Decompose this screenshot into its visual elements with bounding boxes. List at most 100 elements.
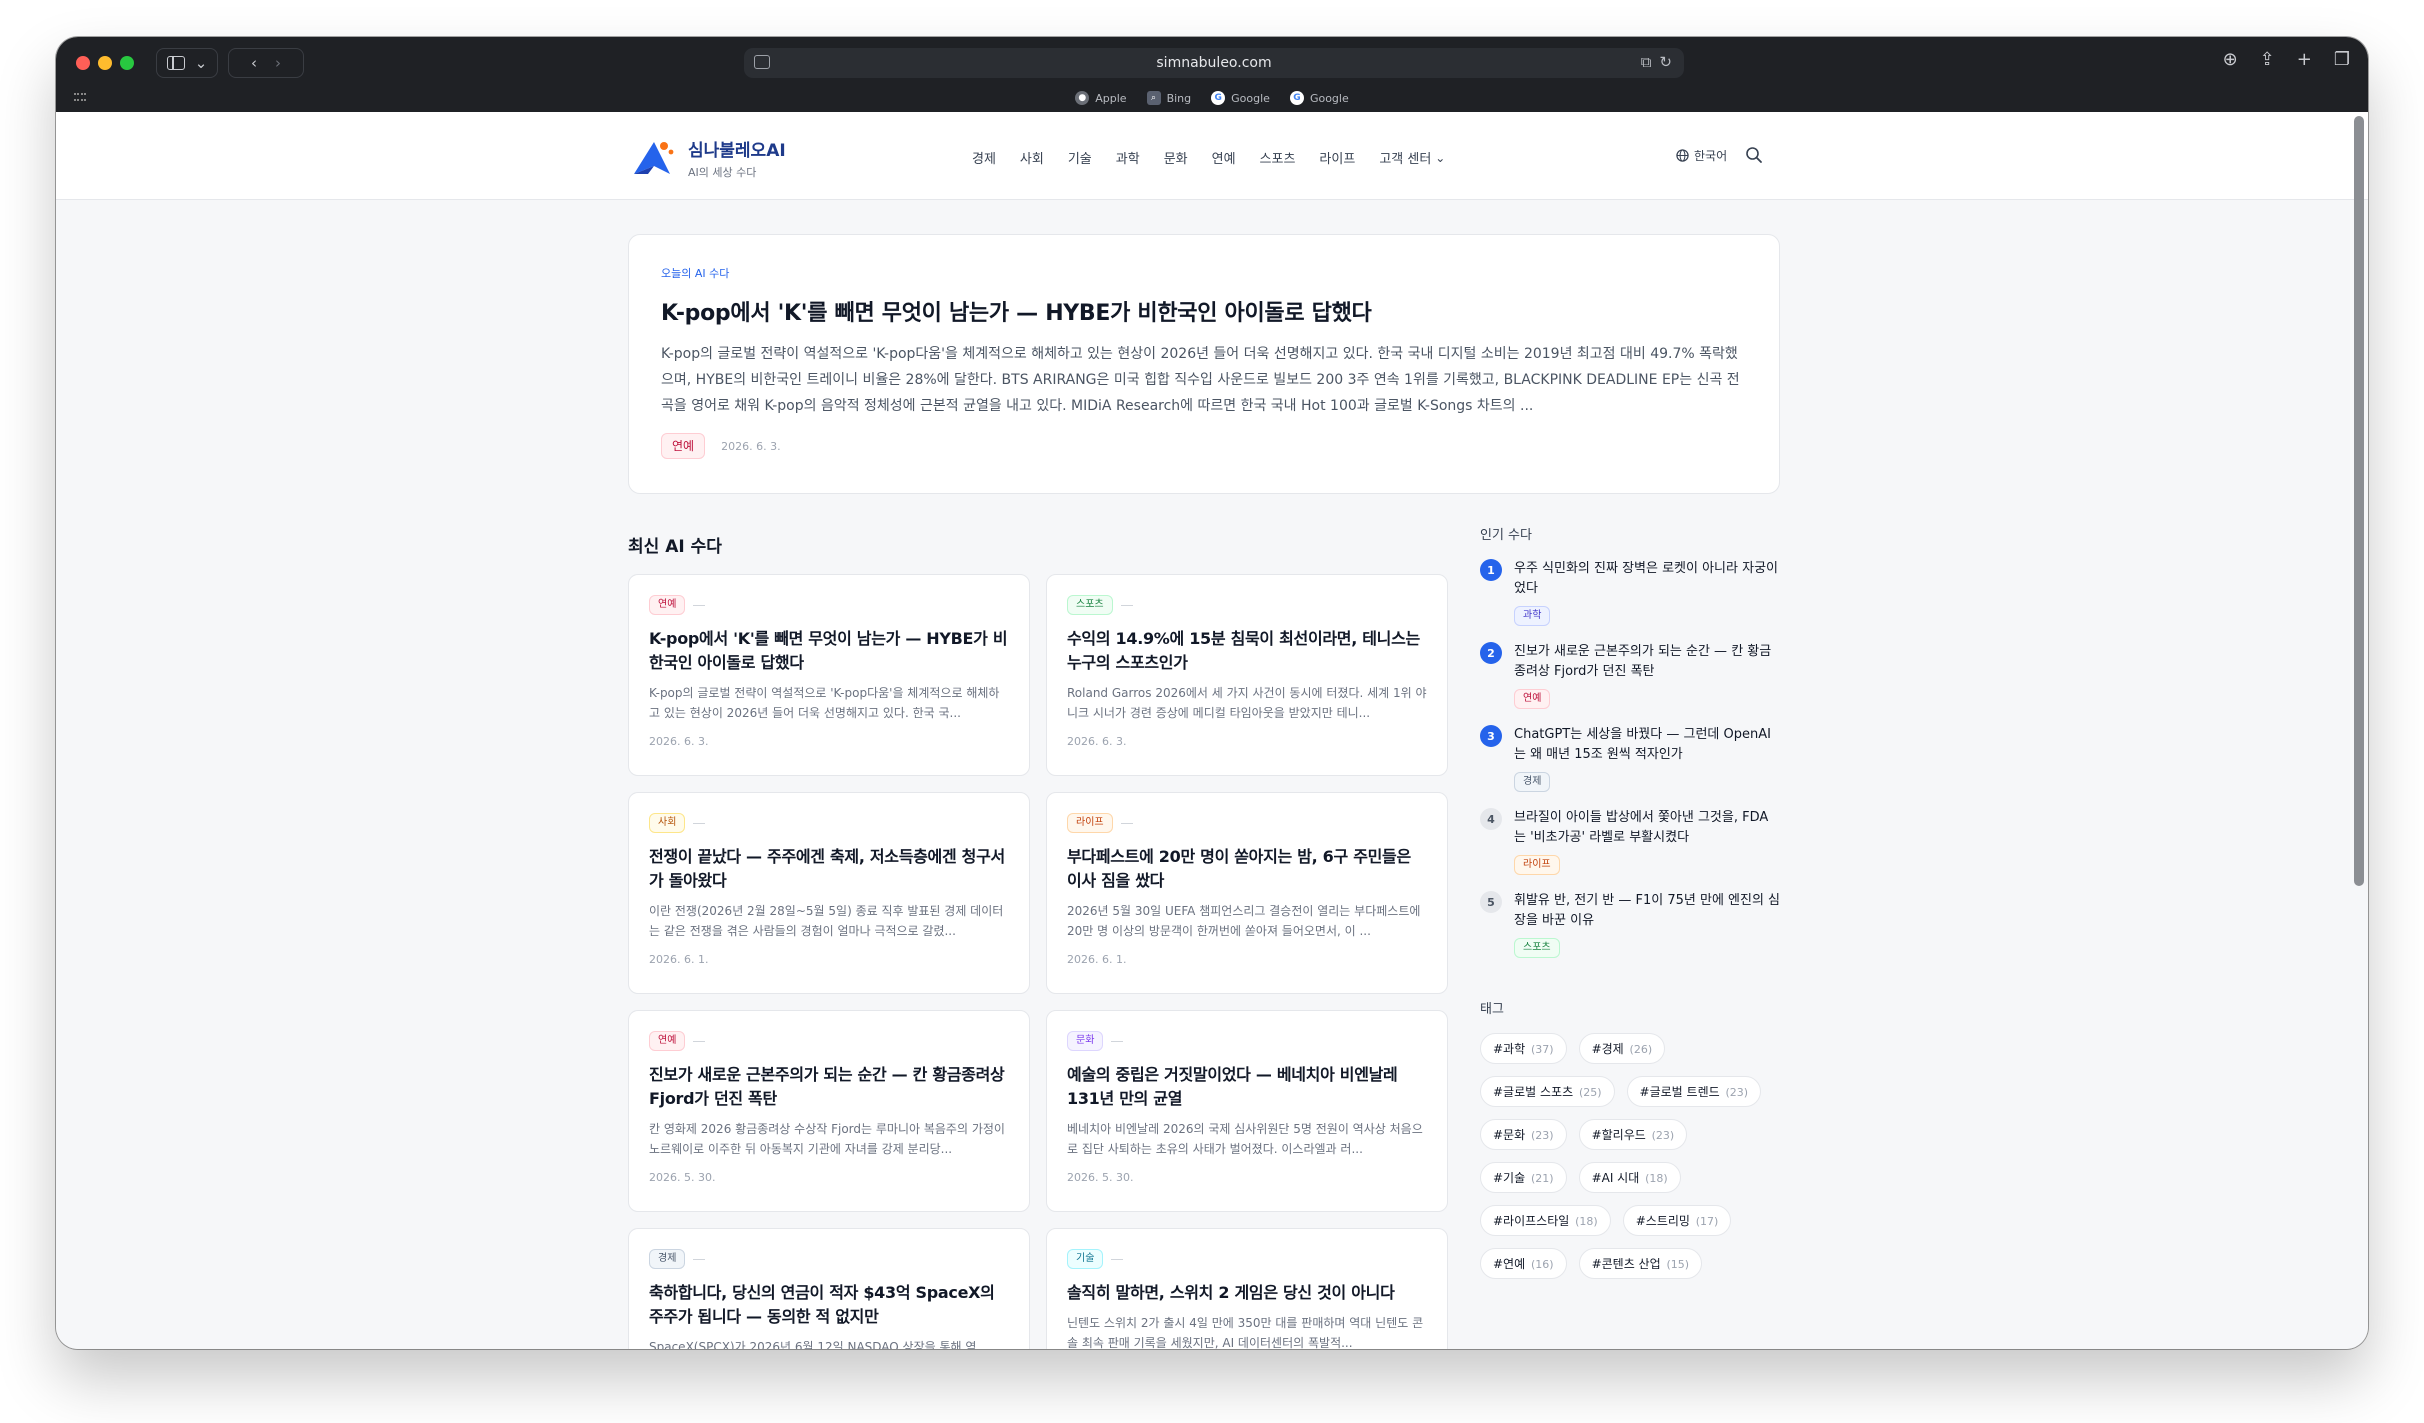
chevron-down-icon: ⌄: [1435, 150, 1446, 165]
language-switcher[interactable]: 한국어: [1676, 147, 1727, 164]
tag-chip[interactable]: #AI 시대 (18): [1578, 1162, 1681, 1193]
category-badge[interactable]: 경제: [1514, 772, 1551, 792]
nav-culture[interactable]: 문화: [1164, 148, 1188, 167]
tag-cloud: #과학 (37) #경제 (26) #글로벌 스포츠 (25) #글로벌 트렌드…: [1480, 1033, 1780, 1279]
article-title[interactable]: K-pop에서 'K'를 빼면 무엇이 남는가 — HYBE가 비한국인 아이돌…: [649, 627, 1009, 675]
tag-chip[interactable]: #연예 (16): [1480, 1248, 1567, 1279]
article-card[interactable]: 스포츠 수익의 14.9%에 15분 침묵이 최선이라면, 테니스는 누구의 스…: [1046, 574, 1448, 776]
category-badge[interactable]: 연예: [649, 1031, 686, 1051]
article-card[interactable]: 문화 예술의 중립은 거짓말이었다 — 베네치아 비엔날레 131년 만의 균열…: [1046, 1010, 1448, 1212]
browser-toolbar: ⌄ ‹ › simnabuleo.com ⧉ ↻ ⊕ ⇪ + ❐ ● Apple…: [56, 37, 2368, 112]
close-window-button[interactable]: [76, 56, 90, 70]
tag-chip[interactable]: #과학 (37): [1480, 1033, 1567, 1064]
nav-society[interactable]: 사회: [1020, 148, 1044, 167]
bookmark-bing[interactable]: ⌕ Bing: [1146, 91, 1191, 105]
site-logo[interactable]: 심나불레오AI AI의 세상 수다: [630, 136, 786, 180]
tag-chip[interactable]: #라이프스타일 (18): [1480, 1205, 1611, 1236]
forward-button[interactable]: ›: [275, 54, 281, 72]
article-card[interactable]: 연예 K-pop에서 'K'를 빼면 무엇이 남는가 — HYBE가 비한국인 …: [628, 574, 1030, 776]
page-scrollbar[interactable]: [2354, 116, 2364, 886]
featured-excerpt: K-pop의 글로벌 전략이 역설적으로 'K-pop다움'을 체계적으로 해체…: [661, 346, 1740, 414]
nav-life[interactable]: 라이프: [1319, 148, 1355, 167]
history-navigation: ‹ ›: [228, 48, 304, 78]
nav-sports[interactable]: 스포츠: [1260, 148, 1296, 167]
category-badge[interactable]: 연예: [1514, 689, 1551, 709]
page-settings-icon[interactable]: [754, 55, 770, 69]
new-tab-icon[interactable]: +: [2297, 49, 2312, 70]
category-badge[interactable]: 스포츠: [1067, 595, 1113, 615]
back-button[interactable]: ‹: [251, 54, 257, 72]
article-title[interactable]: 솔직히 말하면, 스위치 2 게임은 당신 것이 아니다: [1067, 1281, 1427, 1305]
nav-entertainment[interactable]: 연예: [1212, 148, 1236, 167]
divider: [1111, 1040, 1124, 1042]
category-badge[interactable]: 연예: [649, 595, 686, 615]
sidebar: 인기 수다 1 우주 식민화의 진짜 장벽은 로켓이 아니라 자궁이었다 과학 …: [1480, 524, 1780, 1279]
featured-title[interactable]: K-pop에서 'K'를 빼면 무엇이 남는가 — HYBE가 비한국인 아이돌…: [661, 295, 1747, 327]
search-icon[interactable]: [1745, 146, 1763, 164]
article-card[interactable]: 경제 축하합니다, 당신의 연금이 적자 $43억 SpaceX의 주주가 됩니…: [628, 1228, 1030, 1349]
popular-item[interactable]: 1 우주 식민화의 진짜 장벽은 로켓이 아니라 자궁이었다 과학: [1480, 559, 1780, 626]
featured-article[interactable]: 오늘의 AI 수다 K-pop에서 'K'를 빼면 무엇이 남는가 — HYBE…: [628, 234, 1780, 494]
nav-economy[interactable]: 경제: [972, 148, 996, 167]
translate-icon[interactable]: ⧉: [1641, 53, 1652, 71]
popular-item[interactable]: 2 진보가 새로운 근본주의가 되는 순간 — 칸 황금종려상 Fjord가 던…: [1480, 642, 1780, 709]
popular-title[interactable]: ChatGPT는 세상을 바꿨다 — 그런데 OpenAI는 왜 매년 15조 …: [1514, 725, 1780, 765]
bookmark-apple[interactable]: ● Apple: [1075, 91, 1127, 105]
category-badge[interactable]: 연예: [661, 433, 706, 459]
bookmark-google-1[interactable]: G Google: [1211, 91, 1270, 105]
reload-icon[interactable]: ↻: [1659, 53, 1672, 71]
tag-chip[interactable]: #스트리밍 (17): [1622, 1205, 1732, 1236]
article-card[interactable]: 사회 전쟁이 끝났다 — 주주에겐 축제, 저소득층에겐 청구서가 돌아왔다 이…: [628, 792, 1030, 994]
category-badge[interactable]: 기술: [1067, 1249, 1104, 1269]
minimize-window-button[interactable]: [98, 56, 112, 70]
tags-heading: 태그: [1480, 1002, 1504, 1017]
category-badge[interactable]: 문화: [1067, 1031, 1104, 1051]
category-badge[interactable]: 경제: [649, 1249, 686, 1269]
popular-title[interactable]: 브라질이 아이들 밥상에서 쫓아낸 그것을, FDA는 '비초가공' 라벨로 부…: [1514, 808, 1780, 848]
article-title[interactable]: 부다페스트에 20만 명이 쏟아지는 밤, 6구 주민들은 이사 짐을 쌌다: [1067, 845, 1427, 893]
nav-tech[interactable]: 기술: [1068, 148, 1092, 167]
popular-item[interactable]: 3 ChatGPT는 세상을 바꿨다 — 그런데 OpenAI는 왜 매년 15…: [1480, 725, 1780, 792]
tag-chip[interactable]: #할리우드 (23): [1578, 1119, 1688, 1150]
tab-overview-icon[interactable]: ❐: [2334, 49, 2350, 70]
tag-chip[interactable]: #콘텐츠 산업 (15): [1578, 1248, 1703, 1279]
download-icon[interactable]: ⊕: [2223, 49, 2238, 70]
nav-support[interactable]: 고객 센터 ⌄: [1379, 148, 1446, 168]
popular-title[interactable]: 진보가 새로운 근본주의가 되는 순간 — 칸 황금종려상 Fjord가 던진 …: [1514, 642, 1780, 682]
toolbar-actions: ⊕ ⇪ + ❐: [2223, 49, 2350, 70]
sidebar-toggle-button[interactable]: ⌄: [156, 48, 218, 78]
main-navigation: 경제 사회 기술 과학 문화 연예 스포츠 라이프 고객 센터 ⌄: [972, 148, 1446, 168]
article-date: 2026. 6. 3.: [1067, 735, 1127, 748]
bookmark-google-2[interactable]: G Google: [1289, 91, 1349, 105]
nav-science[interactable]: 과학: [1116, 148, 1140, 167]
article-title[interactable]: 축하합니다, 당신의 연금이 적자 $43억 SpaceX의 주주가 됩니다 —…: [649, 1281, 1009, 1329]
tag-chip[interactable]: #경제 (26): [1578, 1033, 1666, 1064]
popular-item[interactable]: 5 휘발유 반, 전기 반 — F1이 75년 만에 엔진의 심장을 바꾼 이유…: [1480, 891, 1780, 958]
article-card[interactable]: 라이프 부다페스트에 20만 명이 쏟아지는 밤, 6구 주민들은 이사 짐을 …: [1046, 792, 1448, 994]
popular-title[interactable]: 휘발유 반, 전기 반 — F1이 75년 만에 엔진의 심장을 바꾼 이유: [1514, 891, 1780, 931]
article-title[interactable]: 수익의 14.9%에 15분 침묵이 최선이라면, 테니스는 누구의 스포츠인가: [1067, 627, 1427, 675]
popular-title[interactable]: 우주 식민화의 진짜 장벽은 로켓이 아니라 자궁이었다: [1514, 559, 1780, 599]
address-bar[interactable]: simnabuleo.com ⧉ ↻: [744, 48, 1684, 78]
article-title[interactable]: 예술의 중립은 거짓말이었다 — 베네치아 비엔날레 131년 만의 균열: [1067, 1063, 1427, 1111]
category-badge[interactable]: 스포츠: [1514, 938, 1560, 958]
category-badge[interactable]: 사회: [649, 813, 686, 833]
category-badge[interactable]: 라이프: [1514, 855, 1560, 875]
article-title[interactable]: 전쟁이 끝났다 — 주주에겐 축제, 저소득층에겐 청구서가 돌아왔다: [649, 845, 1009, 893]
divider: [693, 822, 706, 824]
tag-chip[interactable]: #글로벌 트렌드 (23): [1626, 1076, 1762, 1107]
brand-name: 심나불레오AI: [688, 141, 786, 161]
tag-chip[interactable]: #문화 (23): [1480, 1119, 1567, 1150]
category-badge[interactable]: 라이프: [1067, 813, 1113, 833]
logo-icon: [634, 142, 674, 174]
popular-item[interactable]: 4 브라질이 아이들 밥상에서 쫓아낸 그것을, FDA는 '비초가공' 라벨로…: [1480, 808, 1780, 875]
tag-chip[interactable]: #기술 (21): [1480, 1162, 1567, 1193]
category-badge[interactable]: 과학: [1514, 606, 1551, 626]
article-title[interactable]: 진보가 새로운 근본주의가 되는 순간 — 칸 황금종려상 Fjord가 던진 …: [649, 1063, 1009, 1111]
browser-window: ⌄ ‹ › simnabuleo.com ⧉ ↻ ⊕ ⇪ + ❐ ● Apple…: [56, 37, 2368, 1349]
share-icon[interactable]: ⇪: [2260, 49, 2275, 70]
fullscreen-window-button[interactable]: [120, 56, 134, 70]
article-card[interactable]: 기술 솔직히 말하면, 스위치 2 게임은 당신 것이 아니다 닌텐도 스위치 …: [1046, 1228, 1448, 1349]
article-card[interactable]: 연예 진보가 새로운 근본주의가 되는 순간 — 칸 황금종려상 Fjord가 …: [628, 1010, 1030, 1212]
tag-chip[interactable]: #글로벌 스포츠 (25): [1480, 1076, 1615, 1107]
